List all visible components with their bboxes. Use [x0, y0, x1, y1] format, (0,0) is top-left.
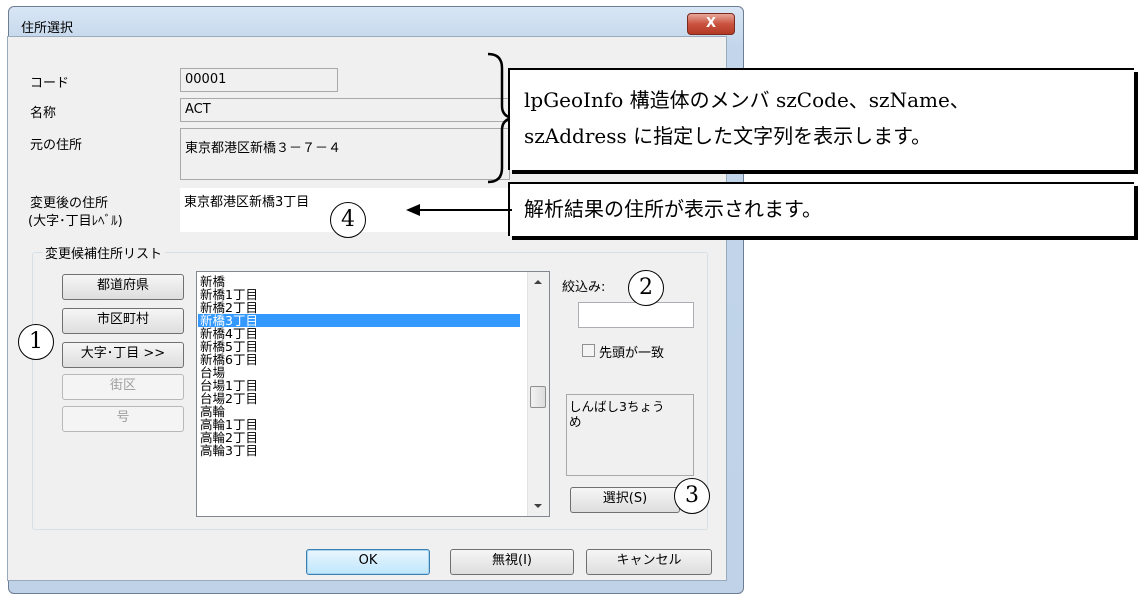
- callout-fields-description: lpGeoInfo 構造体のメンバ szCode、szName、 szAddre…: [508, 68, 1134, 170]
- scroll-up-icon[interactable]: [534, 280, 542, 284]
- filter-input[interactable]: [578, 302, 694, 328]
- reading-line-2: め: [569, 414, 582, 429]
- close-icon: X: [705, 16, 717, 31]
- code-label: コード: [30, 76, 70, 91]
- callout-fields-line-2: szAddress に指定した文字列を表示します。: [524, 124, 932, 148]
- code-field: 00001: [180, 68, 338, 92]
- name-field: ACT: [180, 98, 510, 122]
- ok-button[interactable]: OK: [306, 549, 430, 575]
- name-value: ACT: [185, 102, 211, 117]
- block-button[interactable]: 街区: [62, 374, 184, 400]
- city-button[interactable]: 市区町村: [62, 308, 184, 334]
- arrow-annotation: [406, 204, 512, 216]
- close-button[interactable]: X: [687, 13, 735, 35]
- reading-display: しんばし3ちょう め: [566, 394, 694, 476]
- original-address-value: 東京都港区新橋３－７－４: [185, 141, 342, 156]
- candidate-address-list[interactable]: 新橋 新橋1丁目 新橋2丁目 新橋3丁目 新橋4丁目 新橋5丁目 新橋6丁目 台…: [196, 271, 550, 517]
- changed-address-value: 東京都港区新橋3丁目: [184, 195, 310, 210]
- number-button[interactable]: 号: [62, 406, 184, 432]
- callout-result-text: 解析結果の住所が表示されます。: [524, 197, 822, 221]
- callout-fields-line-1: lpGeoInfo 構造体のメンバ szCode、szName、: [524, 88, 970, 112]
- original-address-label: 元の住所: [30, 138, 83, 153]
- code-value: 00001: [185, 72, 227, 87]
- callout-result-description: 解析結果の住所が表示されます。: [508, 182, 1134, 236]
- reading-line-1: しんばし3ちょう: [569, 399, 665, 414]
- select-button[interactable]: 選択(S): [570, 487, 680, 513]
- list-scrollbar[interactable]: [527, 272, 549, 516]
- window-title: 住所選択: [21, 21, 74, 36]
- marker-3: 3: [674, 478, 710, 514]
- changed-address-label: 変更後の住所: [30, 196, 109, 211]
- list-item[interactable]: 高輪3丁目: [200, 444, 258, 457]
- prefecture-button[interactable]: 都道府県: [62, 274, 184, 300]
- oaza-chome-button[interactable]: 大字･丁目 >>: [62, 342, 184, 368]
- candidate-list-group-title: 変更候補住所リスト: [42, 243, 166, 262]
- cancel-button[interactable]: キャンセル: [586, 549, 712, 575]
- scroll-thumb[interactable]: [530, 386, 546, 408]
- original-address-field: 東京都港区新橋３－７－４: [180, 128, 510, 180]
- filter-label: 絞込み:: [562, 280, 606, 295]
- marker-2: 2: [628, 270, 664, 306]
- prefix-match-checkbox[interactable]: [582, 344, 595, 357]
- prefix-match-label: 先頭が一致: [599, 346, 665, 361]
- ignore-button[interactable]: 無視(I): [450, 549, 574, 575]
- marker-4: 4: [330, 202, 366, 238]
- name-label: 名称: [30, 106, 57, 121]
- scroll-down-icon[interactable]: [534, 504, 542, 508]
- changed-address-level-label: (大字･丁目ﾚﾍﾞﾙ): [28, 214, 123, 229]
- marker-1: 1: [18, 324, 54, 360]
